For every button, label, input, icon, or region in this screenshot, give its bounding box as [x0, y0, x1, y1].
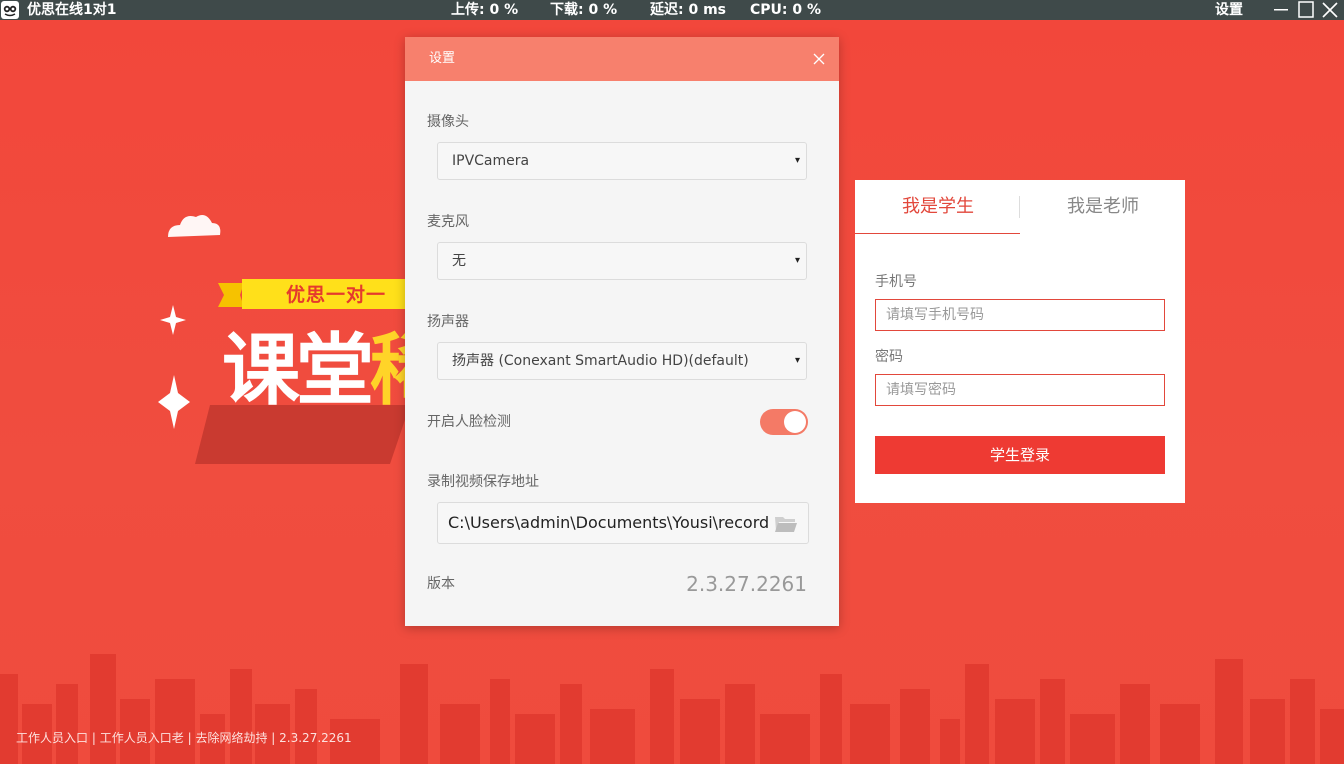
- footer-link-remove-hijack[interactable]: 去除网络劫持: [195, 731, 267, 745]
- settings-button[interactable]: 设置: [1215, 1, 1243, 19]
- hero-headline-white: 课堂: [222, 326, 374, 416]
- record-path-label: 录制视频保存地址: [427, 474, 539, 490]
- speaker-select[interactable]: 扬声器 (Conexant SmartAudio HD)(default) ▾: [437, 342, 807, 380]
- password-field: [875, 374, 1165, 406]
- speaker-label: 扬声器: [427, 314, 469, 330]
- active-tab-underline: [855, 233, 1020, 234]
- latency-stat: 延迟: 0 ms: [650, 2, 727, 18]
- chevron-down-icon: ▾: [794, 155, 800, 166]
- dialog-close-icon[interactable]: [811, 51, 827, 67]
- camera-label: 摄像头: [427, 114, 469, 130]
- camera-select-value: IPVCamera: [452, 153, 530, 169]
- maximize-icon[interactable]: [1296, 0, 1316, 20]
- version-label: 版本: [427, 576, 455, 592]
- chevron-down-icon: ▾: [794, 255, 800, 266]
- hero-banner-text: 优思一对一: [286, 284, 387, 306]
- toggle-knob: [784, 411, 806, 433]
- close-icon[interactable]: [1320, 0, 1340, 20]
- cpu-stat: CPU: 0 %: [750, 2, 822, 18]
- minimize-icon[interactable]: [1271, 0, 1291, 20]
- record-path-field[interactable]: C:\Users\admin\Documents\Yousi\record: [437, 502, 809, 544]
- face-detection-label: 开启人脸检测: [427, 414, 511, 430]
- version-value: 2.3.27.2261: [686, 572, 807, 596]
- speaker-select-value: 扬声器 (Conexant SmartAudio HD)(default): [452, 353, 749, 369]
- folder-open-icon[interactable]: [774, 514, 798, 534]
- login-panel: 我是学生 我是老师 手机号 密码 学生登录: [855, 180, 1185, 503]
- microphone-label: 麦克风: [427, 214, 469, 230]
- footer: 工作人员入口 | 工作人员入口老 | 去除网络劫持 | 2.3.27.2261: [16, 730, 352, 746]
- title-bar: 优思在线1对1 上传: 0 % 下载: 0 % 延迟: 0 ms CPU: 0 …: [0, 0, 1344, 20]
- settings-dialog-header: 设置: [405, 37, 839, 81]
- city-skyline-decoration: [0, 654, 1344, 764]
- tab-divider: [1019, 196, 1020, 218]
- tab-student[interactable]: 我是学生: [902, 194, 974, 220]
- settings-dialog-title: 设置: [429, 51, 456, 66]
- footer-link-staff[interactable]: 工作人员入口: [16, 731, 88, 745]
- microphone-select[interactable]: 无 ▾: [437, 242, 807, 280]
- app-title: 优思在线1对1: [27, 2, 117, 18]
- camera-select[interactable]: IPVCamera ▾: [437, 142, 807, 180]
- record-path-value: C:\Users\admin\Documents\Yousi\record: [448, 513, 770, 532]
- upload-stat: 上传: 0 %: [451, 2, 519, 18]
- phone-input[interactable]: [876, 300, 1164, 330]
- phone-label: 手机号: [875, 274, 917, 290]
- app-logo-icon: [1, 1, 19, 19]
- face-detection-toggle[interactable]: [760, 409, 808, 435]
- microphone-select-value: 无: [452, 253, 466, 269]
- password-label: 密码: [875, 349, 903, 365]
- phone-field: [875, 299, 1165, 331]
- tab-teacher[interactable]: 我是老师: [1067, 194, 1139, 220]
- settings-dialog: 设置 摄像头 IPVCamera ▾ 麦克风 无 ▾ 扬声器 扬声器 (Cone…: [405, 37, 839, 626]
- footer-link-staff-old[interactable]: 工作人员入口老: [100, 731, 184, 745]
- download-stat: 下载: 0 %: [550, 2, 618, 18]
- footer-version: 2.3.27.2261: [279, 731, 352, 745]
- student-login-button[interactable]: 学生登录: [875, 436, 1165, 474]
- password-input[interactable]: [876, 375, 1164, 405]
- chevron-down-icon: ▾: [794, 355, 800, 366]
